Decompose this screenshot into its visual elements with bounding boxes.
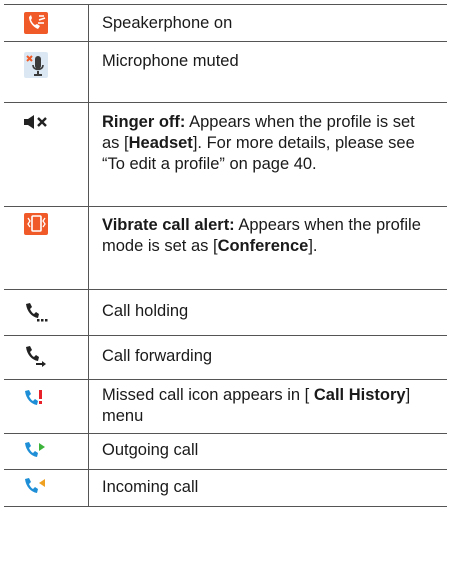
row-description: Vibrate call alert: Appears when the pro… [88,207,447,289]
profile-name: Headset [128,134,193,152]
row-text: Speakerphone on [102,14,233,32]
icon-cell [4,290,88,335]
outgoing-call-icon [25,442,45,457]
row-description: Call holding [88,290,447,335]
incoming-call-icon [25,478,45,493]
row-description: Speakerphone on [88,5,447,41]
menu-name: Call History [313,386,406,404]
profile-name: Conference [217,237,309,255]
icon-cell [4,336,88,379]
row-description: Microphone muted [88,42,447,102]
icon-cell [4,434,88,469]
icon-cell [4,207,88,289]
row-text: Outgoing call [102,441,199,459]
row-description: Outgoing call [88,434,447,469]
table-row: Speakerphone on [4,4,447,42]
status-icons-table: Speakerphone on Microphone muted Ringer … [4,4,447,507]
call-holding-icon [26,303,48,322]
table-row: Microphone muted [4,42,447,103]
icon-cell [4,103,88,206]
row-text: Call holding [102,302,189,320]
icon-cell [4,42,88,102]
row-description: Call forwarding [88,336,447,379]
microphone-muted-icon [24,52,48,78]
table-row: Call holding [4,290,447,336]
table-row: Call forwarding [4,336,447,380]
ringer-off-icon [24,115,47,129]
row-description: Missed call icon appears in [ Call Histo… [88,380,447,433]
table-row: Ringer off: Appears when the profile is … [4,103,447,207]
icon-cell [4,380,88,433]
row-title: Ringer off: [102,113,186,131]
row-text: ]. [308,237,318,255]
table-row: Incoming call [4,470,447,507]
speakerphone-icon [24,12,48,34]
table-row: Outgoing call [4,434,447,470]
icon-cell [4,5,88,41]
row-description: Ringer off: Appears when the profile is … [88,103,447,206]
row-title: Vibrate call alert: [102,216,235,234]
row-description: Incoming call [88,470,447,506]
call-forwarding-icon [26,346,46,367]
row-text: Microphone muted [102,52,239,70]
row-text: Call forwarding [102,347,213,365]
missed-call-icon [25,390,42,405]
table-row: Missed call icon appears in [ Call Histo… [4,380,447,434]
row-text: Missed call icon appears in [ [102,386,314,404]
row-text: Incoming call [102,478,199,496]
table-row: Vibrate call alert: Appears when the pro… [4,207,447,290]
vibrate-icon [24,213,48,235]
icon-cell [4,470,88,506]
